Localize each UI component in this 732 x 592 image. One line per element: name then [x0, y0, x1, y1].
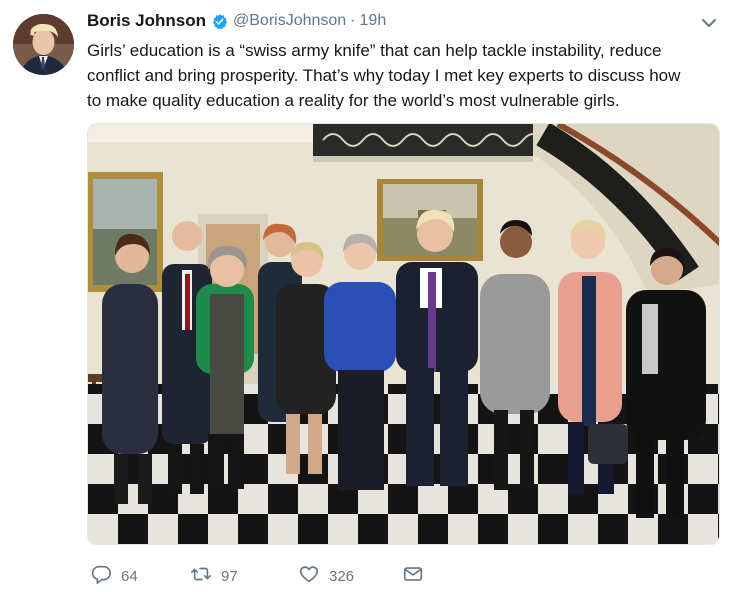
tweet-header: Boris Johnson @BorisJohnson · 19h [87, 10, 386, 32]
tweet-text-line: conflict and bring prosperity. That’s wh… [87, 66, 681, 85]
direct-message-button[interactable] [402, 563, 432, 589]
retweet-count: 97 [221, 567, 238, 585]
author-handle[interactable]: @BorisJohnson [233, 12, 346, 30]
tweet-timestamp[interactable]: 19h [360, 12, 387, 30]
like-count: 326 [329, 567, 355, 585]
tweet[interactable]: Boris Johnson @BorisJohnson · 19h Girls’… [0, 0, 732, 592]
retweet-icon [190, 563, 212, 589]
reply-button[interactable]: 64 [90, 563, 190, 589]
tweet-actions: 64 97 326 [90, 563, 432, 589]
tweet-photo[interactable] [87, 123, 720, 545]
reply-icon [90, 563, 112, 589]
heart-icon [298, 563, 320, 589]
tweet-text-line: Girls’ education is a “swiss army knife”… [87, 41, 662, 60]
chevron-down-icon[interactable] [700, 16, 718, 30]
tweet-text-line: to make quality education a reality for … [87, 91, 620, 110]
like-button[interactable]: 326 [298, 563, 402, 589]
envelope-icon [402, 563, 424, 589]
tweet-text: Girls’ education is a “swiss army knife”… [87, 38, 719, 113]
separator-dot: · [350, 12, 356, 29]
author-name[interactable]: Boris Johnson [87, 11, 206, 31]
verified-badge-icon [211, 13, 228, 30]
reply-count: 64 [121, 567, 138, 585]
avatar[interactable] [13, 14, 74, 75]
retweet-button[interactable]: 97 [190, 563, 298, 589]
